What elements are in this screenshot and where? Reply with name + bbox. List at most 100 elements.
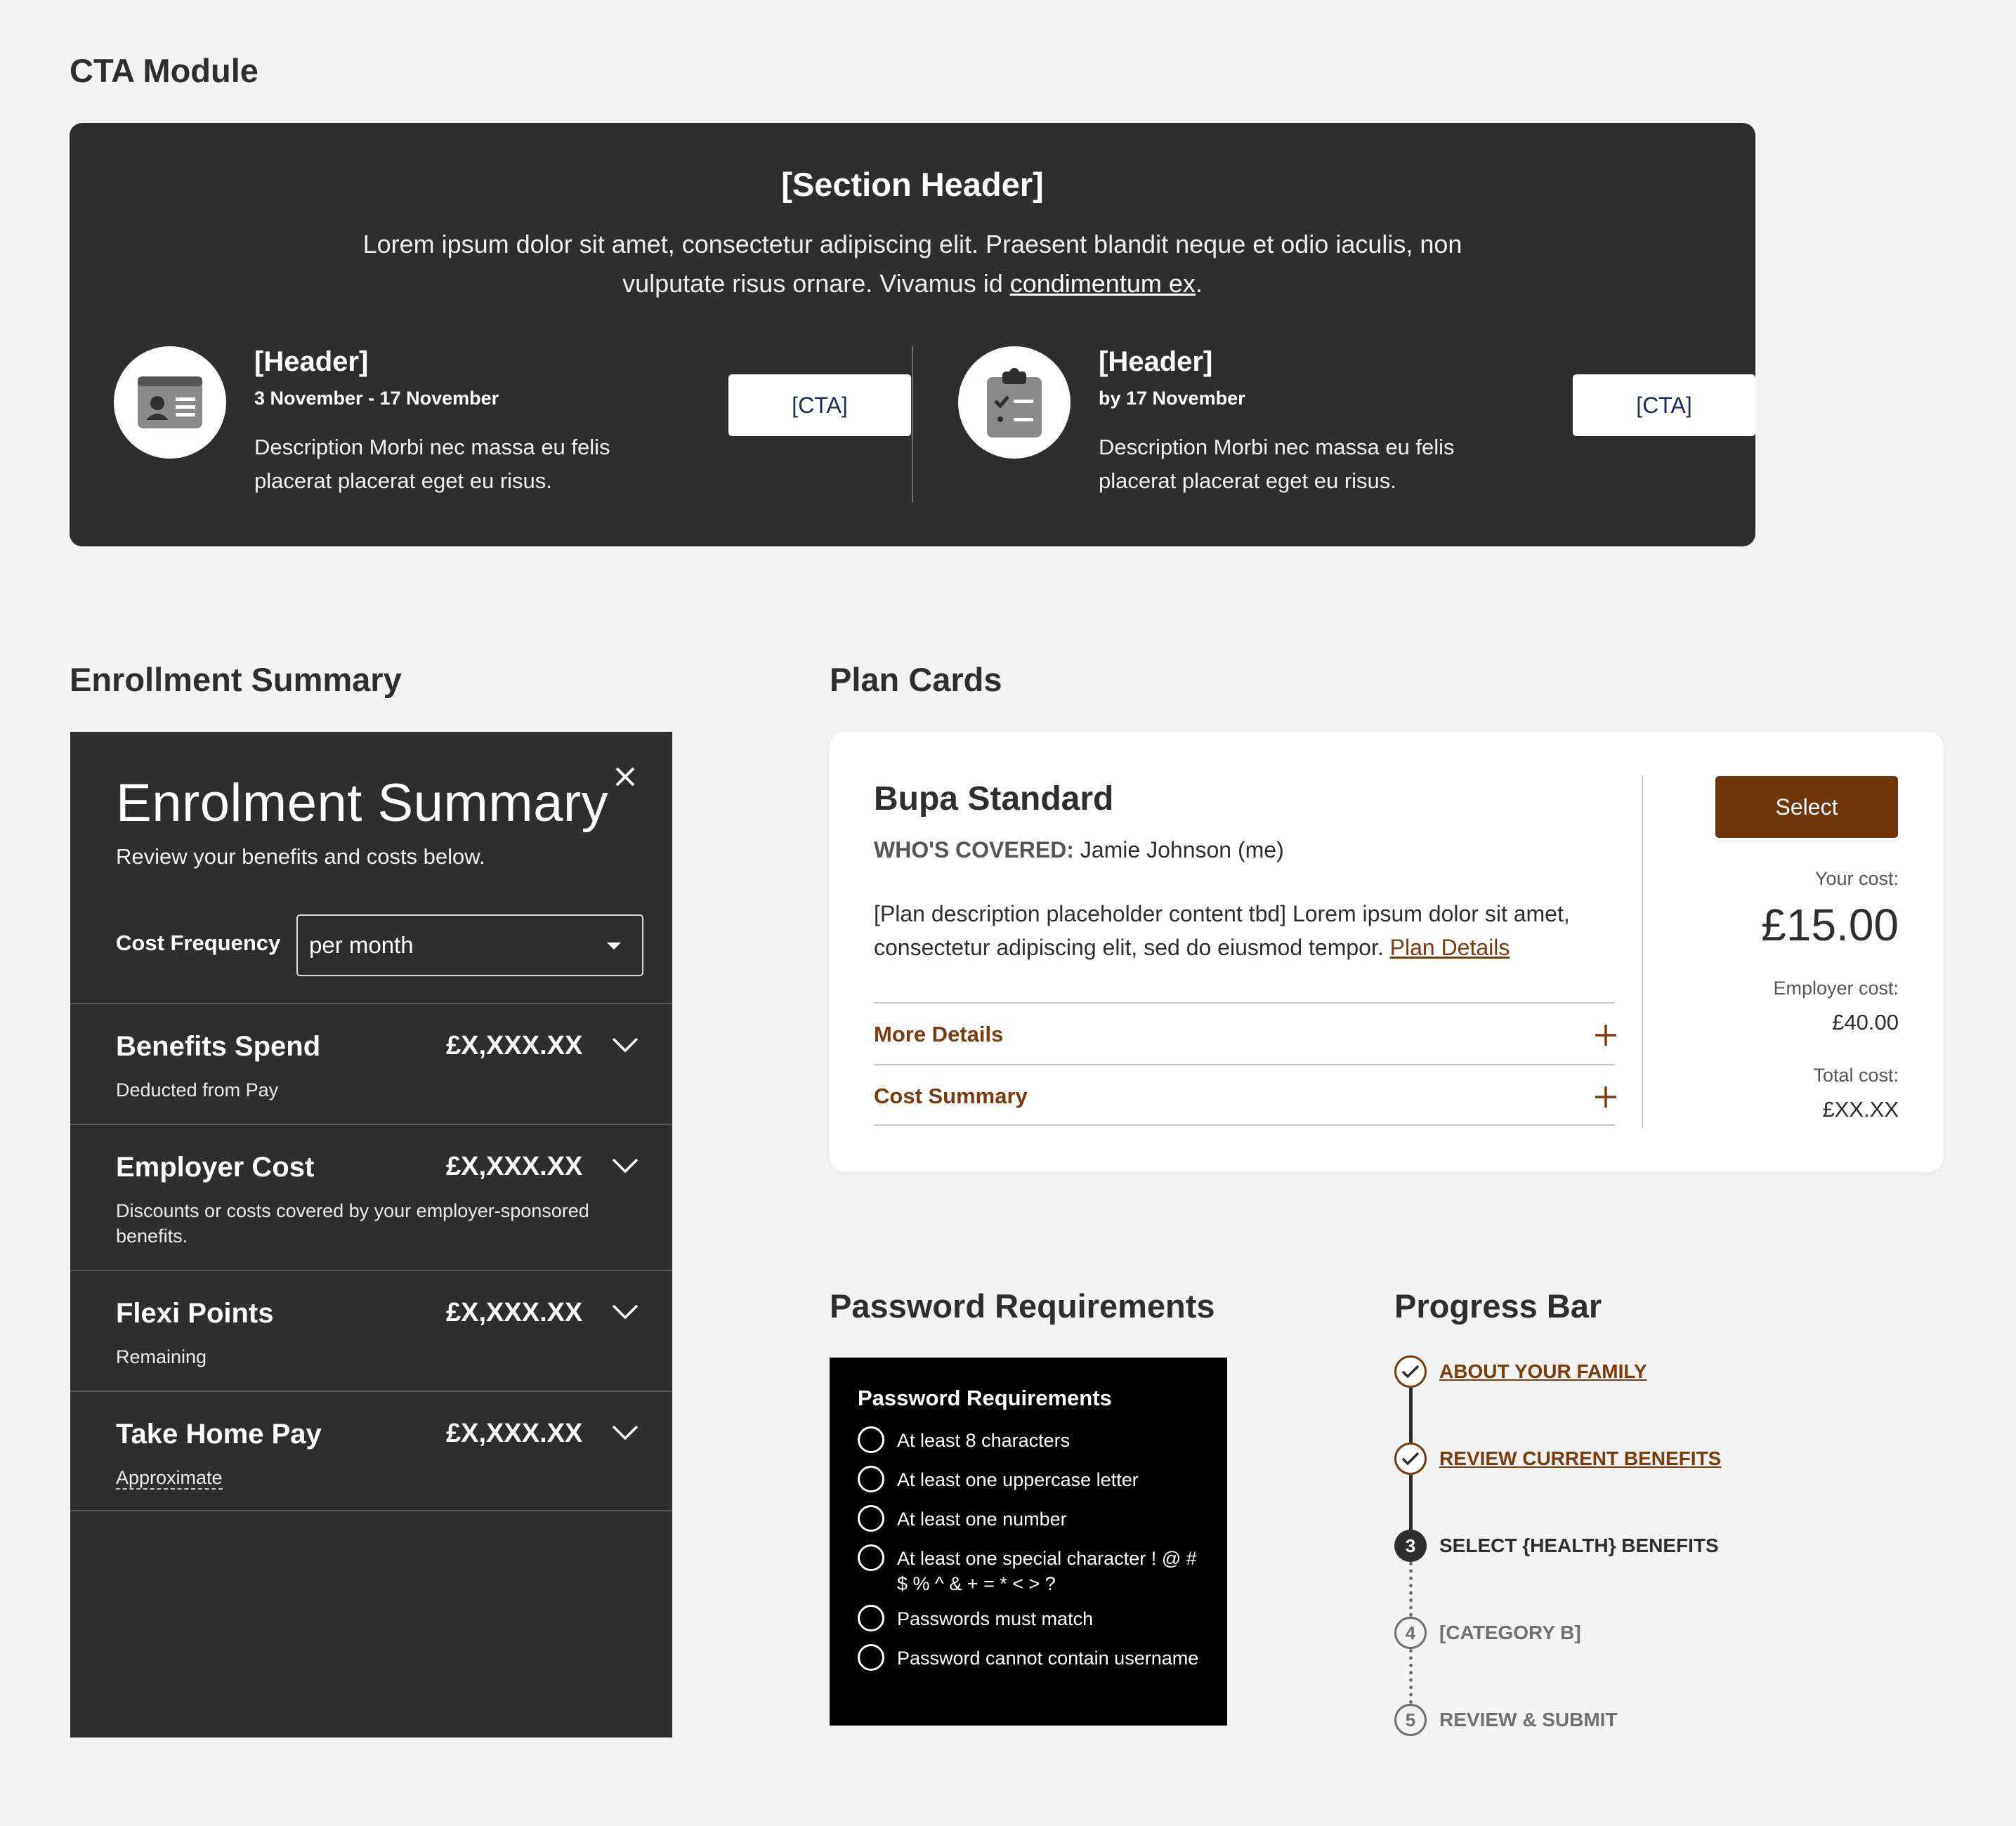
progress-connector-dotted	[1409, 1649, 1413, 1704]
chevron-down-icon[interactable]	[611, 1424, 639, 1445]
summary-row-title: Flexi Points	[116, 1298, 274, 1329]
plan-title: Bupa Standard	[874, 780, 1114, 817]
password-requirements-section-title: Password Requirements	[830, 1287, 1215, 1325]
password-requirement-text: Password cannot contain username	[897, 1648, 1199, 1669]
summary-row-amount: £X,XXX.XX	[446, 1419, 583, 1448]
progress-step-label: REVIEW & SUBMIT	[1439, 1709, 1618, 1730]
empty-circle-icon	[858, 1426, 884, 1453]
accordion-cost-summary[interactable]: Cost Summary	[874, 1064, 1618, 1126]
progress-step-label[interactable]: REVIEW CURRENT BENEFITS	[1439, 1447, 1721, 1470]
cta-intro-end: .	[1195, 269, 1203, 298]
password-requirement: At least 8 characters	[858, 1426, 1209, 1453]
enrolment-summary-title: Enrolment Summary	[116, 773, 609, 833]
password-requirement: At least one special character ! @ # $ %…	[858, 1544, 1209, 1596]
cta-divider	[912, 346, 913, 502]
password-requirement: At least one number	[858, 1505, 1209, 1532]
covered-label: WHO'S COVERED:	[874, 837, 1074, 862]
password-requirement: Passwords must match	[858, 1605, 1209, 1631]
plan-cards-section-title: Plan Cards	[830, 661, 1002, 698]
progress-connector	[1409, 1388, 1413, 1443]
empty-circle-icon	[858, 1505, 884, 1532]
progress-step-select-health-benefits: 3 SELECT {HEALTH} BENEFITS	[1394, 1530, 1719, 1562]
summary-row-flexi-points[interactable]: Flexi Points £X,XXX.XX Remaining	[70, 1270, 672, 1391]
enrolment-summary-subtitle: Review your benefits and costs below.	[116, 844, 485, 869]
summary-row-title: Employer Cost	[116, 1152, 315, 1183]
accordion-label: Cost Summary	[874, 1084, 1028, 1108]
summary-row-description: Discounts or costs covered by your emplo…	[116, 1200, 589, 1247]
plan-description: [Plan description placeholder content tb…	[874, 897, 1611, 964]
plan-card: Bupa Standard WHO'S COVERED: Jamie Johns…	[830, 732, 1944, 1172]
summary-row-benefits-spend[interactable]: Benefits Spend £X,XXX.XX Deducted from P…	[70, 1003, 672, 1124]
progress-step-category-b: 4 [CATEGORY B]	[1394, 1617, 1581, 1649]
progress-connector	[1409, 1475, 1413, 1530]
cta-item-header: [Header]	[1099, 346, 1213, 377]
cta-button[interactable]: [CTA]	[728, 374, 911, 436]
accordion-label: More Details	[874, 1022, 1004, 1046]
password-requirement-text: At least 8 characters	[897, 1430, 1071, 1451]
employer-cost-label: Employer cost:	[1773, 978, 1899, 999]
employer-cost-value: £40.00	[1832, 1010, 1899, 1034]
empty-circle-icon	[858, 1544, 884, 1571]
accordion-more-details[interactable]: More Details	[874, 1002, 1618, 1064]
total-cost-label: Total cost:	[1813, 1065, 1899, 1086]
password-requirement-text: At least one number	[897, 1509, 1067, 1530]
cta-item-date: by 17 November	[1099, 388, 1245, 409]
cta-item-header: [Header]	[254, 346, 369, 377]
password-requirement-text: Passwords must match	[897, 1608, 1094, 1629]
chevron-down-icon[interactable]	[611, 1303, 639, 1324]
step-number: 4	[1394, 1617, 1427, 1649]
summary-row-amount: £X,XXX.XX	[446, 1298, 583, 1327]
progress-step-about-your-family[interactable]: ABOUT YOUR FAMILY	[1394, 1355, 1647, 1388]
cta-item-text: [Header] by 17 November Description Morb…	[1099, 346, 1506, 498]
chevron-down-icon[interactable]	[611, 1037, 639, 1057]
plus-icon[interactable]	[1594, 1085, 1618, 1112]
clipboard-checklist-icon	[958, 346, 1071, 459]
summary-row-title: Take Home Pay	[116, 1419, 322, 1450]
summary-row-employer-cost[interactable]: Employer Cost £X,XXX.XX Discounts or cos…	[70, 1124, 672, 1270]
id-card-icon	[114, 346, 226, 459]
step-number: 5	[1394, 1704, 1427, 1736]
password-requirements-title: Password Requirements	[858, 1386, 1112, 1410]
password-requirement: Password cannot contain username	[858, 1644, 1209, 1671]
cost-frequency-select[interactable]: per month	[296, 914, 643, 976]
cta-intro-text: Lorem ipsum dolor sit amet, consectetur …	[362, 230, 1462, 298]
plan-details-link[interactable]: Plan Details	[1390, 935, 1510, 960]
chevron-down-icon[interactable]	[611, 1157, 639, 1178]
summary-row-amount: £X,XXX.XX	[446, 1152, 583, 1181]
summary-row-description: Remaining	[116, 1346, 207, 1367]
progress-bar-section-title: Progress Bar	[1394, 1287, 1602, 1325]
cta-module-section-title: CTA Module	[70, 52, 258, 89]
cost-frequency-label: Cost Frequency	[116, 931, 281, 955]
plus-icon[interactable]	[1594, 1023, 1618, 1051]
plan-card-divider	[1642, 775, 1643, 1128]
approximate-tooltip-trigger[interactable]: Approximate	[116, 1467, 223, 1490]
cta-item-date: 3 November - 17 November	[254, 388, 499, 409]
step-number: 3	[1394, 1530, 1427, 1562]
summary-row-amount: £X,XXX.XX	[446, 1031, 583, 1060]
plan-covered: WHO'S COVERED: Jamie Johnson (me)	[874, 837, 1284, 863]
password-requirement: At least one uppercase letter	[858, 1466, 1209, 1492]
cta-item-text: [Header] 3 November - 17 November Descri…	[254, 346, 662, 498]
select-plan-button[interactable]: Select	[1715, 776, 1898, 838]
progress-connector-dotted	[1409, 1562, 1413, 1617]
empty-circle-icon	[858, 1644, 884, 1671]
cta-intro-link[interactable]: condimentum ex	[1010, 269, 1196, 298]
cta-item-description: Description Morbi nec massa eu felis pla…	[254, 435, 610, 493]
progress-step-label: [CATEGORY B]	[1439, 1622, 1581, 1643]
your-cost-value: £15.00	[1761, 900, 1899, 950]
your-cost-label: Your cost:	[1814, 868, 1899, 889]
progress-step-review-current-benefits[interactable]: REVIEW CURRENT BENEFITS	[1394, 1443, 1721, 1475]
password-requirements-box: Password Requirements At least 8 charact…	[830, 1358, 1227, 1726]
password-requirement-text: At least one special character ! @ # $ %…	[897, 1548, 1197, 1594]
summary-row-description: Deducted from Pay	[116, 1079, 279, 1101]
covered-value: Jamie Johnson (me)	[1073, 837, 1284, 862]
close-icon[interactable]	[610, 761, 641, 792]
cta-item-description: Description Morbi nec massa eu felis pla…	[1099, 435, 1455, 493]
enrollment-summary-section-title: Enrollment Summary	[70, 661, 402, 698]
cta-button[interactable]: [CTA]	[1573, 374, 1755, 436]
summary-row-description[interactable]: Approximate	[116, 1465, 636, 1490]
progress-step-review-submit: 5 REVIEW & SUBMIT	[1394, 1704, 1618, 1736]
progress-step-label[interactable]: ABOUT YOUR FAMILY	[1439, 1360, 1647, 1383]
summary-row-take-home-pay[interactable]: Take Home Pay £X,XXX.XX Approximate	[70, 1391, 672, 1511]
empty-circle-icon	[858, 1605, 884, 1631]
